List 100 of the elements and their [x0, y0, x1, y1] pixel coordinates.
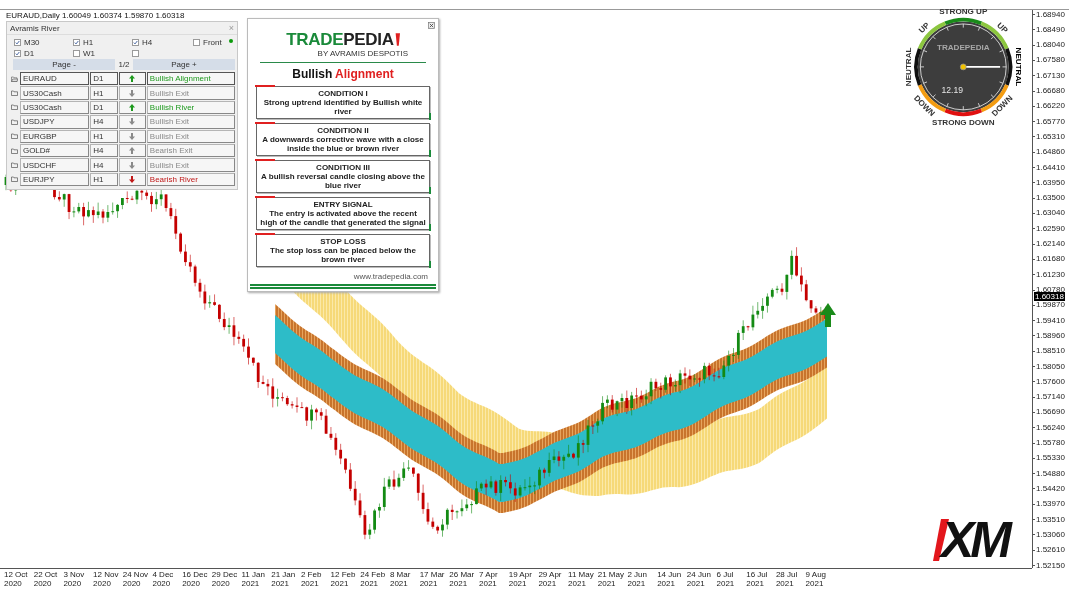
price-label: 1.65770	[1036, 116, 1065, 126]
website-link[interactable]: www.tradepedia.com	[353, 272, 428, 281]
checkbox[interactable]	[132, 49, 139, 57]
gauge-needle	[959, 63, 1001, 71]
signal-cell: Bearish River	[146, 172, 235, 187]
price-label: 1.62590	[1036, 223, 1065, 233]
current-price-label: 1.60318	[1034, 292, 1065, 302]
checkbox-label: W1	[83, 48, 95, 58]
checkbox[interactable]	[132, 38, 139, 46]
price-label: 1.65310	[1036, 131, 1065, 141]
price-label: 1.66680	[1036, 86, 1065, 95]
folder-icon[interactable]	[11, 104, 19, 111]
folder-icon[interactable]	[11, 118, 19, 125]
symbol-cell: USDJPY	[19, 115, 90, 129]
gauge-brand: TRADEPEDIA	[936, 42, 990, 52]
folder-icon[interactable]	[11, 162, 19, 169]
price-label: 1.54420	[1036, 483, 1065, 493]
date-label: 2 Feb 2021	[300, 569, 323, 588]
price-label: 1.61680	[1036, 254, 1065, 264]
price-label: 1.67580	[1036, 55, 1065, 65]
date-label: 14 Jun 2021	[657, 569, 683, 588]
signal-cell: Bullish Exit	[146, 86, 235, 100]
date-label: 21 Jan 2021	[271, 569, 297, 588]
date-label: 3 Nov 2020	[63, 569, 86, 588]
timeframe-cell: H4	[90, 115, 119, 129]
price-label: 1.57600	[1036, 376, 1065, 386]
close-icon[interactable]	[428, 22, 435, 29]
gauge-label: NEUTRAL	[1014, 47, 1023, 87]
symbol-cell: US30Cash	[19, 86, 90, 100]
price-label: 1.57140	[1036, 392, 1065, 402]
checkbox[interactable]	[14, 49, 21, 57]
condition-text: A bullish reversal candle closing above the blue river	[260, 172, 426, 190]
checkbox[interactable]	[193, 38, 200, 46]
timeframe-cell: H1	[90, 129, 119, 143]
price-label: 1.55780	[1036, 438, 1065, 448]
date-label: 19 Apr 2021	[508, 569, 533, 588]
date-label: 12 Feb 2021	[330, 569, 357, 588]
symbol-cell: EURGBP	[19, 129, 90, 143]
price-label: 1.58510	[1036, 346, 1065, 356]
folder-icon[interactable]	[11, 147, 19, 154]
date-label: 24 Nov 2020	[122, 569, 150, 588]
date-label: 9 Aug 2021	[805, 569, 828, 588]
price-label: 1.64410	[1036, 162, 1065, 172]
condition-heading: ENTRY SIGNAL	[312, 200, 374, 209]
timeframe-cell: D1	[90, 100, 119, 115]
previous-page-button[interactable]: Page -	[13, 59, 116, 70]
signal-cell: Bullish Alignment	[146, 72, 235, 86]
checkbox[interactable]	[73, 38, 80, 46]
brand-logo: XM	[941, 515, 1008, 565]
folder-icon[interactable]	[11, 176, 19, 183]
price-label: 1.62140	[1036, 239, 1065, 249]
price-label: 1.52150	[1036, 560, 1065, 570]
checkbox[interactable]	[14, 38, 21, 46]
timeframe-cell: H1	[90, 86, 119, 100]
date-label: 6 Jul 2021	[716, 569, 736, 588]
checkbox[interactable]	[73, 49, 80, 57]
price-label: 1.68490	[1036, 24, 1065, 34]
condition-text: Strong uptrend identified by Bullish white river	[262, 98, 424, 116]
symbol-cell: USDCHF	[19, 158, 90, 172]
price-label: 1.68940	[1036, 9, 1065, 19]
price-label: 1.55330	[1036, 453, 1065, 463]
price-label: 1.56240	[1036, 422, 1065, 432]
signal-cell: Bullish Exit	[146, 129, 235, 143]
gauge-label: UP	[917, 20, 932, 35]
signal-cell: Bearish Exit	[146, 143, 235, 158]
timeframe-cell: H1	[90, 172, 119, 187]
price-label: 1.53970	[1036, 499, 1065, 509]
price-label: 1.63950	[1036, 177, 1065, 187]
condition-text: The entry is activated above the recent high of the candle that generated the signal	[260, 209, 426, 227]
price-label: 1.54880	[1036, 468, 1065, 478]
price-label: 1.53060	[1036, 529, 1065, 539]
condition-heading: CONDITION I	[317, 89, 369, 98]
price-label: 1.53510	[1036, 514, 1065, 524]
logo-byline: BY AVRAMIS DESPOTIS	[317, 49, 408, 58]
signal-cell: Bullish Exit	[146, 158, 235, 172]
next-page-button[interactable]: Page +	[132, 59, 235, 70]
date-label: 2 Jun 2021	[627, 569, 648, 588]
gauge-label: NEUTRAL	[903, 47, 913, 87]
gauge-value: 12.19	[941, 84, 963, 95]
condition-heading: CONDITION II	[316, 126, 370, 135]
date-label: 16 Jul 2021	[746, 569, 769, 588]
price-label: 1.63500	[1036, 193, 1065, 203]
date-label: 7 Apr 2021	[479, 569, 499, 588]
price-label: 1.58050	[1036, 361, 1065, 371]
condition-text: A downwards corrective wave with a close inside the blue or brown river	[261, 135, 425, 153]
folder-icon[interactable]	[11, 133, 19, 140]
date-label: 21 May 2021	[597, 569, 625, 588]
logo-mark-icon	[394, 33, 400, 46]
folder-icon[interactable]	[11, 75, 19, 82]
price-label: 1.56690	[1036, 407, 1065, 417]
gauge-label: UP	[995, 20, 1010, 35]
price-label: 1.58960	[1036, 330, 1065, 340]
folder-icon[interactable]	[11, 90, 19, 97]
date-label: 12 Oct 2020	[4, 569, 29, 588]
signal-cell: Bullish River	[146, 100, 235, 115]
date-label: 24 Jun 2021	[686, 569, 712, 588]
date-label: 17 Mar 2021	[419, 569, 446, 588]
condition-text: The stop loss can be placed below the brown river	[269, 246, 417, 264]
date-label: 26 Mar 2021	[449, 569, 476, 588]
gauge-label: STRONG UP	[939, 7, 988, 17]
